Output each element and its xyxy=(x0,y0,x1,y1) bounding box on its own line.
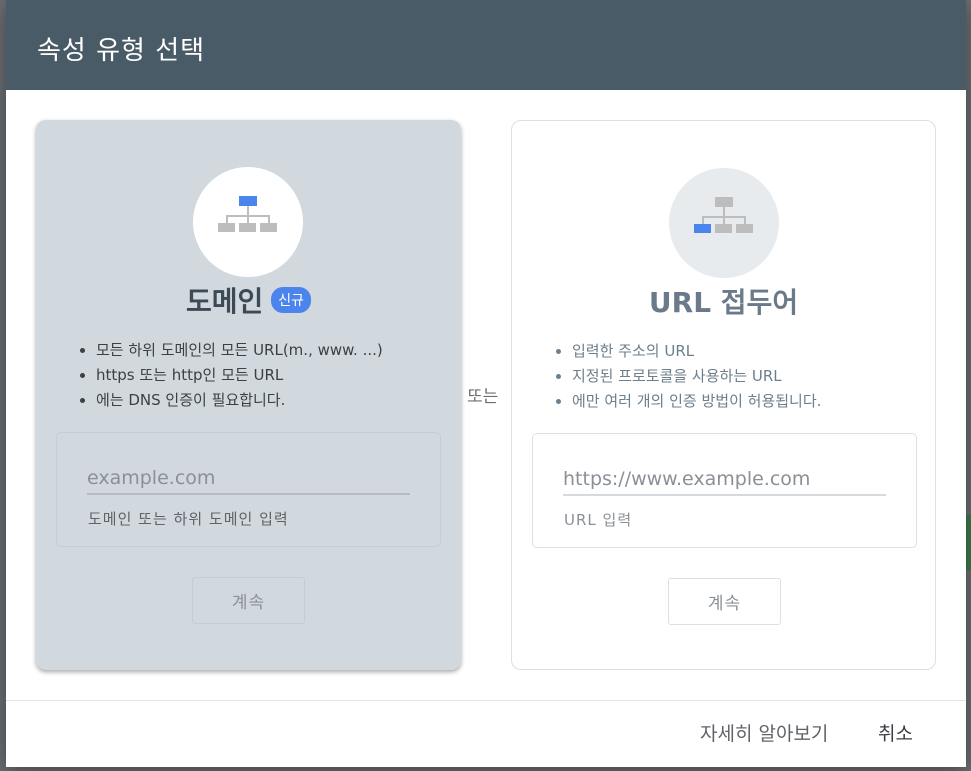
learn-more-button[interactable]: 자세히 알아보기 xyxy=(700,719,828,746)
sitemap-icon xyxy=(694,197,753,233)
domain-continue-button[interactable]: 계속 xyxy=(192,577,305,624)
domain-bullet-list: 모든 하위 도메인의 모든 URL(m., www. ...) https 또는… xyxy=(74,338,383,413)
list-item: https 또는 http인 모든 URL xyxy=(96,363,383,388)
url-input-hint: URL 입력 xyxy=(564,511,633,529)
domain-input-box: 도메인 또는 하위 도메인 입력 xyxy=(56,432,441,547)
footer-divider xyxy=(6,700,966,701)
or-separator: 또는 xyxy=(467,387,499,407)
list-item: 에는 DNS 인증이 필요합니다. xyxy=(96,388,383,413)
cancel-button[interactable]: 취소 xyxy=(878,719,913,746)
dialog-header: 속성 유형 선택 xyxy=(6,0,966,90)
url-input-box: URL 입력 xyxy=(532,433,917,548)
new-badge: 신규 xyxy=(271,287,312,313)
url-prefix-card[interactable]: URL 접두어 입력한 주소의 URL 지정된 프로토콜을 사용하는 URL 에… xyxy=(511,120,936,670)
domain-title-row: 도메인 신규 xyxy=(36,280,461,320)
url-card-title: URL 접두어 xyxy=(648,286,799,319)
domain-card[interactable]: 도메인 신규 모든 하위 도메인의 모든 URL(m., www. ...) ht… xyxy=(36,120,461,670)
background-page-edge xyxy=(966,515,971,570)
list-item: 지정된 프로토콜을 사용하는 URL xyxy=(572,364,821,389)
list-item: 에만 여러 개의 인증 방법이 허용됩니다. xyxy=(572,389,821,414)
property-type-dialog: 속성 유형 선택 도메인 신규 모든 하위 도메인의 모든 URL(m., www… xyxy=(6,0,966,767)
domain-icon-circle xyxy=(193,167,303,277)
domain-input[interactable] xyxy=(87,467,410,495)
url-continue-button[interactable]: 계속 xyxy=(668,578,781,625)
domain-card-title: 도메인 xyxy=(185,285,264,318)
url-title-row: URL 접두어 xyxy=(512,281,935,321)
list-item: 모든 하위 도메인의 모든 URL(m., www. ...) xyxy=(96,338,383,363)
dialog-title: 속성 유형 선택 xyxy=(37,36,206,66)
url-input[interactable] xyxy=(563,468,886,496)
domain-input-hint: 도메인 또는 하위 도메인 입력 xyxy=(88,510,289,528)
list-item: 입력한 주소의 URL xyxy=(572,339,821,364)
url-icon-circle xyxy=(669,168,779,278)
url-bullet-list: 입력한 주소의 URL 지정된 프로토콜을 사용하는 URL 에만 여러 개의 … xyxy=(550,339,821,414)
sitemap-icon xyxy=(218,196,277,232)
